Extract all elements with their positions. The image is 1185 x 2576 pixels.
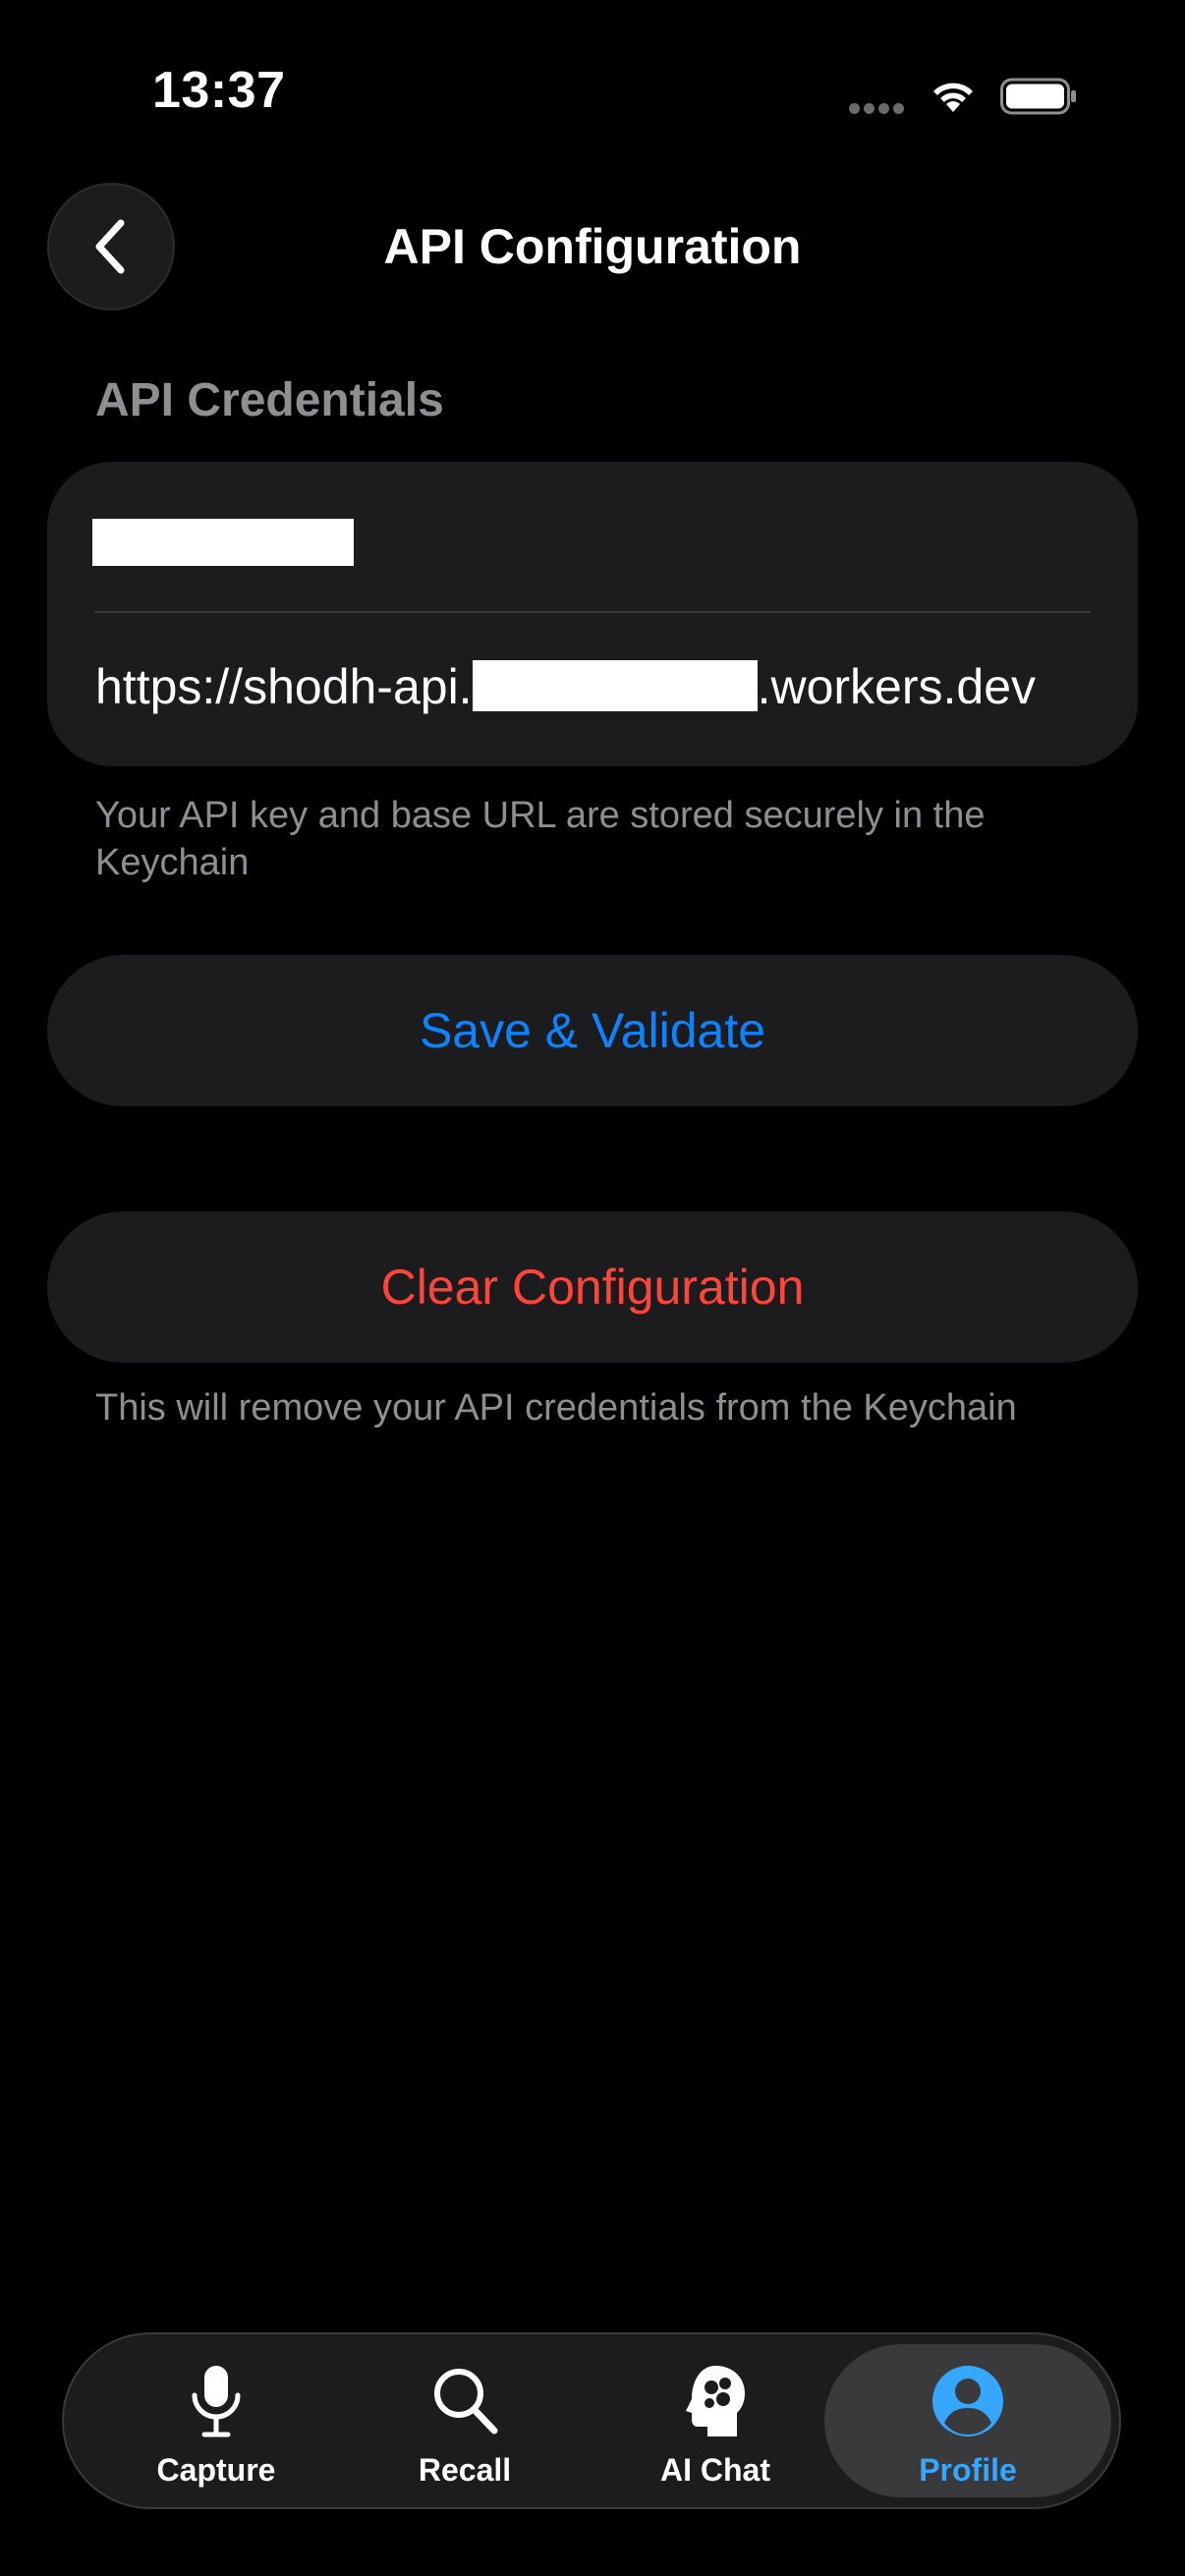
keychain-helper-text: Your API key and base URL are stored sec… bbox=[95, 795, 986, 883]
clear-helper-text: This will remove your API credentials fr… bbox=[95, 1387, 1017, 1428]
tab-label: Profile bbox=[919, 2452, 1017, 2488]
battery-icon bbox=[1000, 78, 1076, 115]
base-url-field[interactable]: https://shodh-api. .workers.dev bbox=[95, 658, 1036, 715]
section-title: API Credentials bbox=[95, 374, 444, 426]
save-validate-button[interactable]: Save & Validate bbox=[47, 955, 1138, 1106]
divider bbox=[94, 611, 1091, 613]
tab-recall[interactable]: Recall bbox=[342, 2334, 588, 2507]
page-title: API Configuration bbox=[383, 219, 802, 274]
tab-profile[interactable]: Profile bbox=[824, 2344, 1111, 2497]
tab-label: Capture bbox=[156, 2452, 276, 2488]
cellular-signal-icon bbox=[849, 101, 908, 114]
wifi-icon bbox=[933, 83, 973, 112]
microphone-icon bbox=[192, 2366, 241, 2437]
search-icon bbox=[434, 2369, 498, 2435]
status-time: 13:37 bbox=[152, 62, 286, 119]
api-key-field[interactable] bbox=[92, 519, 354, 566]
tab-label: Recall bbox=[418, 2452, 512, 2488]
url-suffix: .workers.dev bbox=[757, 659, 1037, 714]
clear-configuration-button[interactable]: Clear Configuration bbox=[47, 1211, 1138, 1363]
tab-label: AI Chat bbox=[660, 2452, 770, 2488]
url-prefix: https://shodh-api. bbox=[95, 659, 473, 714]
person-circle-icon bbox=[932, 2366, 1003, 2436]
tab-ai-chat[interactable]: AI Chat bbox=[592, 2334, 838, 2507]
tab-capture[interactable]: Capture bbox=[93, 2334, 339, 2507]
credentials-card: https://shodh-api. .workers.dev bbox=[47, 462, 1138, 766]
brain-head-icon bbox=[686, 2366, 745, 2436]
url-redaction bbox=[472, 660, 758, 711]
tab-bar: Capture Recall AI Chat Profile bbox=[62, 2332, 1121, 2509]
